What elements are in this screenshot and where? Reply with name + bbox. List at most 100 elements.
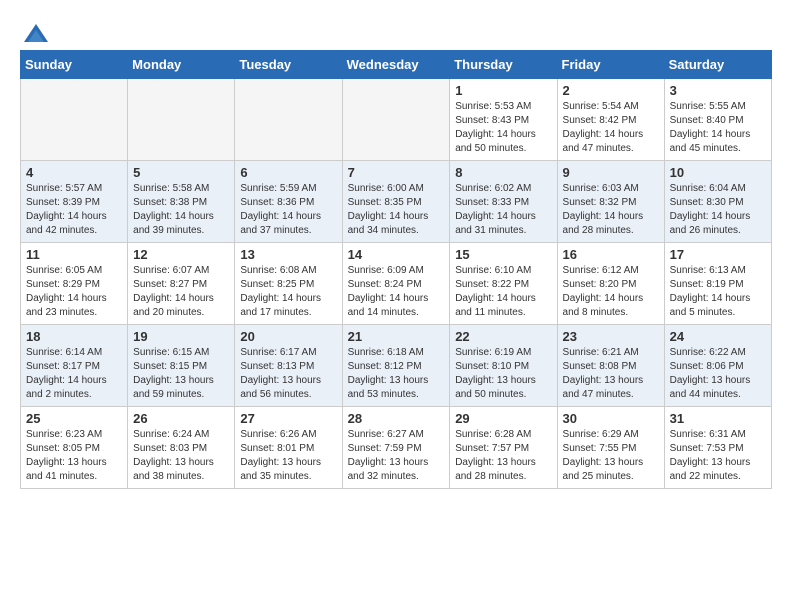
day-info: Sunrise: 6:00 AM Sunset: 8:35 PM Dayligh…: [348, 182, 445, 238]
calendar-cell: 25Sunrise: 6:23 AM Sunset: 8:05 PM Dayli…: [21, 407, 128, 489]
day-number: 31: [670, 411, 766, 426]
day-info: Sunrise: 6:21 AM Sunset: 8:08 PM Dayligh…: [563, 346, 659, 402]
day-number: 9: [563, 165, 659, 180]
calendar-cell: 20 Sunrise: 6:17 AM Sunset: 8:13 PM Dayli…: [235, 325, 342, 407]
day-number: 18: [26, 329, 122, 344]
day-info: Sunrise: 5:53 AM Sunset: 8:43 PM Dayligh…: [455, 100, 551, 156]
day-number: 13: [240, 247, 336, 262]
day-number: 17: [670, 247, 766, 262]
day-info: Sunrise: 6:31 AM Sunset: 7:53 PM Dayligh…: [670, 428, 766, 484]
day-info: Sunrise: 6:19 AM Sunset: 8:10 PM Dayligh…: [455, 346, 551, 402]
calendar-cell: 19 Sunrise: 6:15 AM Sunset: 8:15 PM Dayli…: [128, 325, 235, 407]
day-number: 24: [670, 329, 766, 344]
calendar-week-4: 18 Sunrise: 6:14 AM Sunset: 8:17 PM Dayli…: [21, 325, 772, 407]
calendar-cell: 18 Sunrise: 6:14 AM Sunset: 8:17 PM Dayli…: [21, 325, 128, 407]
day-info: Sunrise: 6:04 AM Sunset: 8:30 PM Dayligh…: [670, 182, 766, 238]
calendar-cell: 26 Sunrise: 6:24 AM Sunset: 8:03 PM Dayli…: [128, 407, 235, 489]
day-info: Sunrise: 6:23 AM Sunset: 8:05 PM Dayligh…: [26, 428, 122, 484]
logo: [20, 20, 50, 40]
day-number: 19: [133, 329, 229, 344]
weekday-header-monday: Monday: [128, 51, 235, 79]
day-number: 30: [563, 411, 659, 426]
day-info: Sunrise: 6:02 AM Sunset: 8:33 PM Dayligh…: [455, 182, 551, 238]
day-info: Sunrise: 6:13 AM Sunset: 8:19 PM Dayligh…: [670, 264, 766, 320]
day-info: Sunrise: 6:15 AM Sunset: 8:15 PM Dayligh…: [133, 346, 229, 402]
calendar-header: SundayMondayTuesdayWednesdayThursdayFrid…: [21, 51, 772, 79]
day-info: Sunrise: 6:18 AM Sunset: 8:12 PM Dayligh…: [348, 346, 445, 402]
day-number: 8: [455, 165, 551, 180]
calendar-cell: 30 Sunrise: 6:29 AM Sunset: 7:55 PM Dayli…: [557, 407, 664, 489]
calendar-week-5: 25Sunrise: 6:23 AM Sunset: 8:05 PM Dayli…: [21, 407, 772, 489]
day-info: Sunrise: 5:58 AM Sunset: 8:38 PM Dayligh…: [133, 182, 229, 238]
calendar-cell: 22 Sunrise: 6:19 AM Sunset: 8:10 PM Dayli…: [450, 325, 557, 407]
page-header: [20, 20, 772, 40]
calendar-cell: 10 Sunrise: 6:04 AM Sunset: 8:30 PM Dayli…: [664, 161, 771, 243]
day-number: 11: [26, 247, 122, 262]
calendar-cell: [128, 79, 235, 161]
calendar-cell: 23 Sunrise: 6:21 AM Sunset: 8:08 PM Dayli…: [557, 325, 664, 407]
day-info: Sunrise: 6:08 AM Sunset: 8:25 PM Dayligh…: [240, 264, 336, 320]
calendar-cell: 16Sunrise: 6:12 AM Sunset: 8:20 PM Dayli…: [557, 243, 664, 325]
day-number: 7: [348, 165, 445, 180]
calendar-cell: [21, 79, 128, 161]
day-info: Sunrise: 5:54 AM Sunset: 8:42 PM Dayligh…: [563, 100, 659, 156]
day-info: Sunrise: 6:24 AM Sunset: 8:03 PM Dayligh…: [133, 428, 229, 484]
calendar-cell: 24 Sunrise: 6:22 AM Sunset: 8:06 PM Dayli…: [664, 325, 771, 407]
calendar-cell: 6Sunrise: 5:59 AM Sunset: 8:36 PM Daylig…: [235, 161, 342, 243]
day-info: Sunrise: 5:57 AM Sunset: 8:39 PM Dayligh…: [26, 182, 122, 238]
day-info: Sunrise: 6:12 AM Sunset: 8:20 PM Dayligh…: [563, 264, 659, 320]
day-info: Sunrise: 6:22 AM Sunset: 8:06 PM Dayligh…: [670, 346, 766, 402]
calendar-week-3: 11 Sunrise: 6:05 AM Sunset: 8:29 PM Dayli…: [21, 243, 772, 325]
calendar-cell: 3 Sunrise: 5:55 AM Sunset: 8:40 PM Daylig…: [664, 79, 771, 161]
day-info: Sunrise: 6:17 AM Sunset: 8:13 PM Dayligh…: [240, 346, 336, 402]
day-number: 5: [133, 165, 229, 180]
calendar-cell: 2 Sunrise: 5:54 AM Sunset: 8:42 PM Daylig…: [557, 79, 664, 161]
day-info: Sunrise: 6:27 AM Sunset: 7:59 PM Dayligh…: [348, 428, 445, 484]
calendar-cell: 17 Sunrise: 6:13 AM Sunset: 8:19 PM Dayli…: [664, 243, 771, 325]
calendar-cell: 8 Sunrise: 6:02 AM Sunset: 8:33 PM Daylig…: [450, 161, 557, 243]
day-number: 29: [455, 411, 551, 426]
weekday-header-row: SundayMondayTuesdayWednesdayThursdayFrid…: [21, 51, 772, 79]
day-number: 23: [563, 329, 659, 344]
calendar-cell: 29 Sunrise: 6:28 AM Sunset: 7:57 PM Dayli…: [450, 407, 557, 489]
day-number: 27: [240, 411, 336, 426]
day-info: Sunrise: 5:59 AM Sunset: 8:36 PM Dayligh…: [240, 182, 336, 238]
day-number: 14: [348, 247, 445, 262]
day-info: Sunrise: 6:03 AM Sunset: 8:32 PM Dayligh…: [563, 182, 659, 238]
weekday-header-friday: Friday: [557, 51, 664, 79]
day-number: 3: [670, 83, 766, 98]
day-info: Sunrise: 5:55 AM Sunset: 8:40 PM Dayligh…: [670, 100, 766, 156]
calendar-cell: [342, 79, 450, 161]
day-number: 10: [670, 165, 766, 180]
day-number: 22: [455, 329, 551, 344]
day-info: Sunrise: 6:29 AM Sunset: 7:55 PM Dayligh…: [563, 428, 659, 484]
calendar-table: SundayMondayTuesdayWednesdayThursdayFrid…: [20, 50, 772, 489]
day-info: Sunrise: 6:28 AM Sunset: 7:57 PM Dayligh…: [455, 428, 551, 484]
day-info: Sunrise: 6:09 AM Sunset: 8:24 PM Dayligh…: [348, 264, 445, 320]
day-info: Sunrise: 6:14 AM Sunset: 8:17 PM Dayligh…: [26, 346, 122, 402]
weekday-header-wednesday: Wednesday: [342, 51, 450, 79]
day-number: 2: [563, 83, 659, 98]
calendar-cell: 5 Sunrise: 5:58 AM Sunset: 8:38 PM Daylig…: [128, 161, 235, 243]
calendar-cell: 4Sunrise: 5:57 AM Sunset: 8:39 PM Daylig…: [21, 161, 128, 243]
calendar-cell: 12Sunrise: 6:07 AM Sunset: 8:27 PM Dayli…: [128, 243, 235, 325]
day-number: 26: [133, 411, 229, 426]
weekday-header-sunday: Sunday: [21, 51, 128, 79]
calendar-cell: 31 Sunrise: 6:31 AM Sunset: 7:53 PM Dayli…: [664, 407, 771, 489]
day-number: 20: [240, 329, 336, 344]
day-info: Sunrise: 6:07 AM Sunset: 8:27 PM Dayligh…: [133, 264, 229, 320]
calendar-cell: 11 Sunrise: 6:05 AM Sunset: 8:29 PM Dayli…: [21, 243, 128, 325]
weekday-header-thursday: Thursday: [450, 51, 557, 79]
day-info: Sunrise: 6:10 AM Sunset: 8:22 PM Dayligh…: [455, 264, 551, 320]
calendar-cell: [235, 79, 342, 161]
calendar-cell: 14 Sunrise: 6:09 AM Sunset: 8:24 PM Dayli…: [342, 243, 450, 325]
calendar-body: 1Sunrise: 5:53 AM Sunset: 8:43 PM Daylig…: [21, 79, 772, 489]
logo-icon: [22, 20, 50, 48]
day-info: Sunrise: 6:05 AM Sunset: 8:29 PM Dayligh…: [26, 264, 122, 320]
calendar-cell: 7 Sunrise: 6:00 AM Sunset: 8:35 PM Daylig…: [342, 161, 450, 243]
day-number: 28: [348, 411, 445, 426]
day-number: 15: [455, 247, 551, 262]
day-number: 21: [348, 329, 445, 344]
calendar-week-1: 1Sunrise: 5:53 AM Sunset: 8:43 PM Daylig…: [21, 79, 772, 161]
calendar-cell: 1Sunrise: 5:53 AM Sunset: 8:43 PM Daylig…: [450, 79, 557, 161]
